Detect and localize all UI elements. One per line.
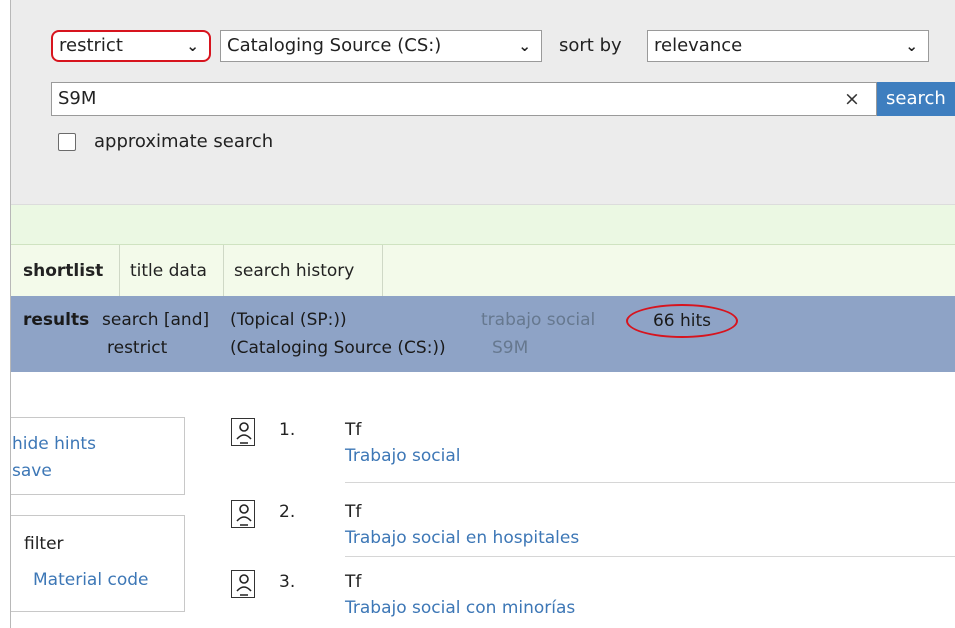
result-title-link[interactable]: Trabajo social en hospitales bbox=[345, 528, 579, 548]
clear-search-icon[interactable]: × bbox=[837, 86, 867, 112]
chevron-down-icon: ⌄ bbox=[518, 37, 531, 55]
approximate-search-label[interactable]: approximate search bbox=[94, 128, 273, 156]
message-band bbox=[11, 205, 955, 244]
results-summary: results search [and] (Topical (SP:)) tra… bbox=[11, 296, 955, 372]
filter-heading: filter bbox=[24, 534, 64, 554]
query-term: S9M bbox=[492, 338, 529, 358]
result-number: 1. bbox=[279, 420, 296, 440]
result-type: Tf bbox=[345, 502, 362, 522]
search-input-value: S9M bbox=[58, 88, 97, 109]
result-title-link[interactable]: Trabajo social con minorías bbox=[345, 598, 575, 618]
thesaurus-record-icon[interactable] bbox=[231, 570, 255, 598]
query-index: (Topical (SP:)) bbox=[230, 310, 347, 330]
tab-shortlist[interactable]: shortlist bbox=[11, 245, 120, 297]
catalog-page: restrict ⌄ Cataloging Source (CS:) ⌄ sor… bbox=[10, 0, 955, 628]
result-number: 3. bbox=[279, 572, 296, 592]
search-input[interactable]: S9M bbox=[51, 82, 877, 116]
sort-order-value: relevance bbox=[654, 35, 743, 56]
save-link[interactable]: save bbox=[12, 461, 52, 481]
query-operator: search [and] bbox=[102, 310, 210, 330]
filter-box: filter Material code bbox=[11, 515, 185, 612]
chevron-down-icon: ⌄ bbox=[186, 37, 199, 55]
search-panel: restrict ⌄ Cataloging Source (CS:) ⌄ sor… bbox=[11, 0, 955, 205]
query-term: trabajo social bbox=[481, 310, 596, 330]
result-type: Tf bbox=[345, 420, 362, 440]
search-index-select[interactable]: Cataloging Source (CS:) ⌄ bbox=[220, 30, 542, 62]
restrict-operator-select[interactable]: restrict ⌄ bbox=[51, 30, 211, 62]
hints-box: hide hints save bbox=[11, 417, 185, 495]
list-item: 3. Tf Trabajo social con minorías bbox=[231, 570, 955, 628]
divider bbox=[345, 556, 955, 557]
approximate-search-checkbox[interactable] bbox=[58, 133, 76, 151]
divider bbox=[345, 482, 955, 483]
tab-title-data[interactable]: title data bbox=[120, 245, 224, 297]
thesaurus-record-icon[interactable] bbox=[231, 418, 255, 446]
view-tabs: shortlist title data search history bbox=[11, 244, 955, 297]
tab-search-history[interactable]: search history bbox=[224, 245, 383, 297]
search-index-value: Cataloging Source (CS:) bbox=[227, 35, 442, 56]
sort-order-select[interactable]: relevance ⌄ bbox=[647, 30, 929, 62]
sort-by-label: sort by bbox=[559, 35, 622, 56]
thesaurus-record-icon[interactable] bbox=[231, 500, 255, 528]
results-label: results bbox=[23, 310, 90, 330]
chevron-down-icon: ⌄ bbox=[905, 37, 918, 55]
list-item: 2. Tf Trabajo social en hospitales bbox=[231, 500, 955, 572]
hit-count-badge: 66 hits bbox=[626, 304, 738, 338]
result-number: 2. bbox=[279, 502, 296, 522]
restrict-operator-value: restrict bbox=[59, 35, 123, 56]
query-operator: restrict bbox=[107, 338, 168, 358]
search-button[interactable]: search bbox=[877, 82, 955, 116]
result-type: Tf bbox=[345, 572, 362, 592]
hide-hints-link[interactable]: hide hints bbox=[12, 434, 96, 454]
material-code-link[interactable]: Material code bbox=[33, 570, 148, 590]
query-index: (Cataloging Source (CS:)) bbox=[230, 338, 446, 358]
result-title-link[interactable]: Trabajo social bbox=[345, 446, 461, 466]
list-item: 1. Tf Trabajo social bbox=[231, 418, 955, 490]
